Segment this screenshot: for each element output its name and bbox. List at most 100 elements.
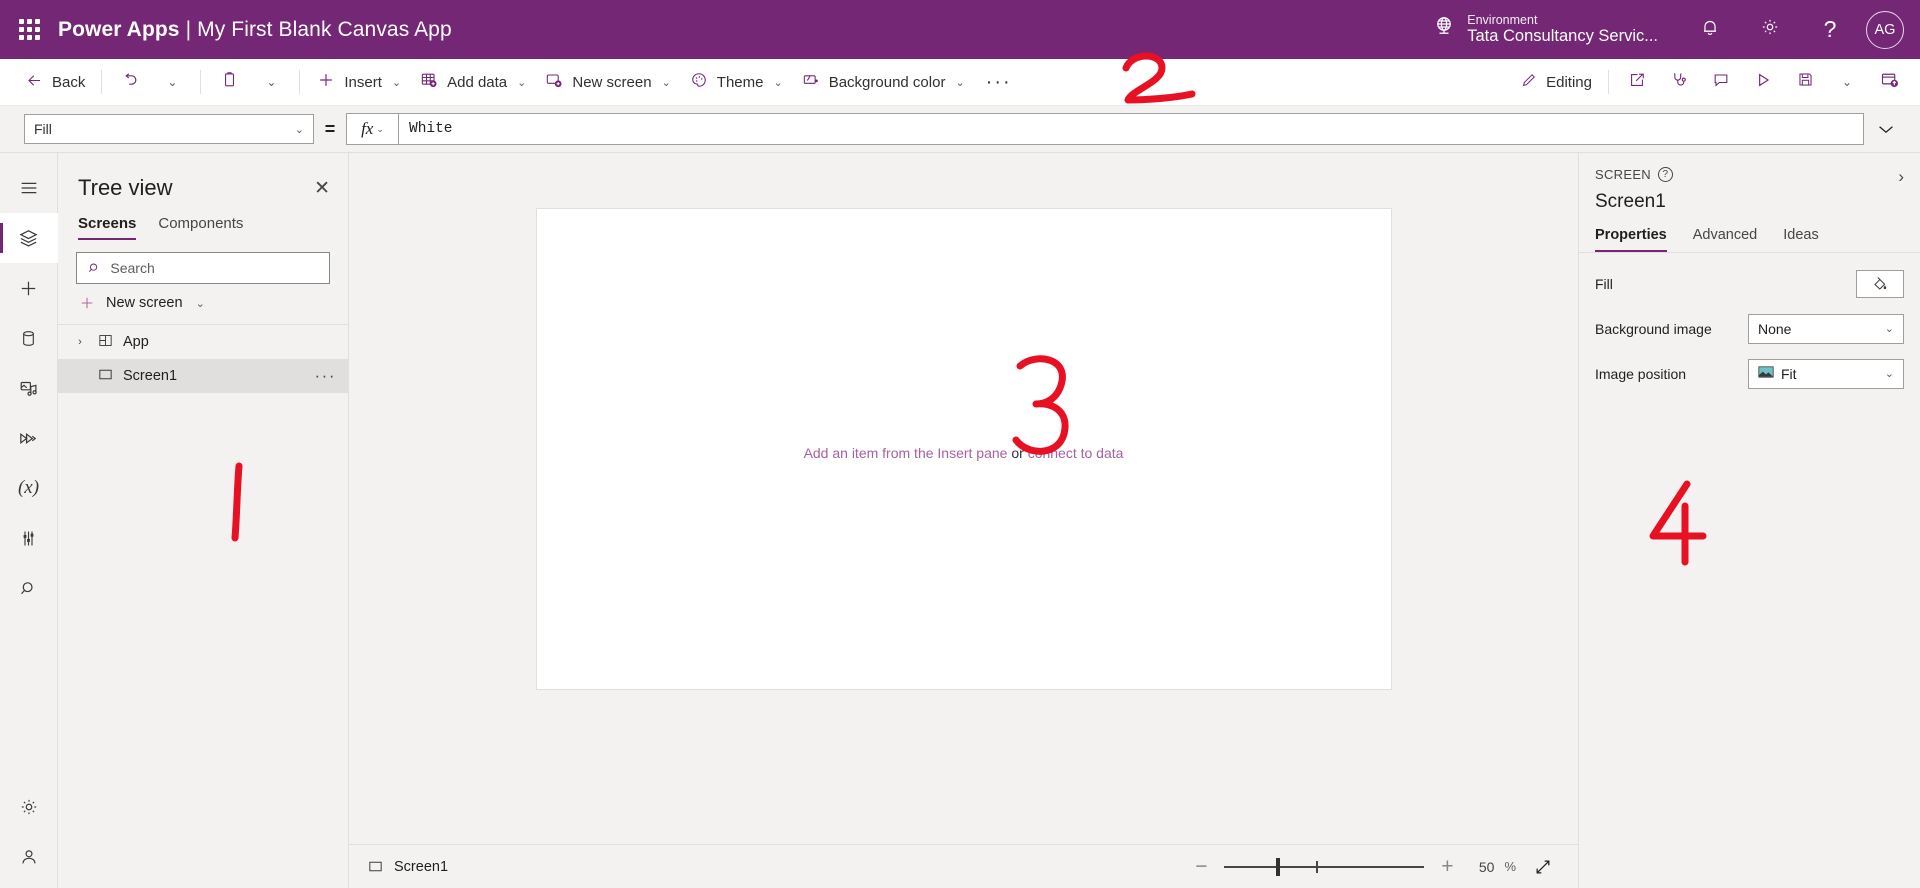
- new-screen-tree-button[interactable]: New screen ⌄: [58, 284, 348, 324]
- settings-button[interactable]: [1740, 0, 1800, 59]
- tab-screens[interactable]: Screens: [78, 211, 137, 240]
- paste-dropdown[interactable]: ⌄: [250, 62, 292, 102]
- app-checker-button[interactable]: [1658, 62, 1700, 102]
- palette-icon: [689, 70, 709, 94]
- preview-button[interactable]: [1742, 62, 1784, 102]
- rail-account[interactable]: [0, 832, 58, 882]
- theme-button[interactable]: Theme ⌄: [680, 62, 792, 102]
- chevron-down-icon: ⌄: [195, 297, 205, 310]
- power-apps-studio: Power Apps | My First Blank Canvas App Env…: [0, 0, 1920, 888]
- plus-icon: [21, 281, 36, 295]
- save-button[interactable]: [1784, 62, 1826, 102]
- paint-bucket-icon: [1873, 277, 1886, 290]
- command-bar-overflow[interactable]: ···: [974, 71, 1024, 94]
- rail-tree-view[interactable]: [0, 213, 58, 263]
- tab-ideas[interactable]: Ideas: [1783, 227, 1818, 252]
- waffle-menu-button[interactable]: [0, 0, 58, 59]
- tab-properties[interactable]: Properties: [1595, 227, 1667, 252]
- publish-button[interactable]: [1868, 62, 1910, 102]
- rail-advanced-tools[interactable]: [0, 513, 58, 563]
- tree-row-app[interactable]: › App: [58, 325, 348, 359]
- zoom-out-button[interactable]: −: [1188, 856, 1214, 877]
- hamburger-icon: [21, 182, 36, 194]
- fx-button[interactable]: fx ⌄: [346, 113, 398, 145]
- environment-value: Tata Consultancy Servic...: [1467, 27, 1658, 46]
- tab-components[interactable]: Components: [158, 211, 243, 240]
- comment-icon: [1711, 70, 1731, 95]
- help-button[interactable]: ?: [1800, 0, 1860, 59]
- canvas-area: Add an item from the Insert pane or conn…: [349, 153, 1579, 888]
- tree-search-box[interactable]: [76, 252, 330, 284]
- chevron-right-icon[interactable]: ›: [1898, 167, 1904, 187]
- undo-button[interactable]: [109, 62, 151, 102]
- status-screen-indicator[interactable]: Screen1: [367, 858, 448, 875]
- editing-mode-button[interactable]: Editing: [1510, 62, 1601, 102]
- question-mark-icon[interactable]: ?: [1657, 167, 1673, 182]
- rail-settings[interactable]: [0, 782, 58, 832]
- notifications-button[interactable]: [1680, 0, 1740, 59]
- paste-button[interactable]: [208, 62, 250, 102]
- rail-variables[interactable]: (x): [0, 463, 58, 513]
- background-color-button[interactable]: Background color ⌄: [792, 62, 974, 102]
- properties-object-name: Screen1: [1595, 191, 1666, 212]
- insert-pane-link[interactable]: Add an item from the Insert pane: [804, 445, 1008, 461]
- rail-insert[interactable]: [0, 263, 58, 313]
- new-screen-tree-label: New screen: [106, 295, 183, 311]
- fit-to-screen-button[interactable]: [1526, 857, 1560, 877]
- new-screen-button[interactable]: New screen ⌄: [535, 62, 679, 102]
- screen-add-icon: [544, 70, 564, 94]
- formula-input[interactable]: White: [398, 113, 1864, 145]
- tab-advanced[interactable]: Advanced: [1693, 227, 1758, 252]
- save-dropdown[interactable]: ⌄: [1826, 62, 1868, 102]
- save-icon: [1796, 70, 1815, 94]
- properties-header: SCREEN ? ›: [1579, 153, 1920, 187]
- tree-row-screen1[interactable]: Screen1 ···: [58, 359, 348, 393]
- rail-media[interactable]: [0, 363, 58, 413]
- environment-picker[interactable]: Environment Tata Consultancy Servic...: [1432, 13, 1658, 46]
- brand-title[interactable]: Power Apps | My First Blank Canvas App: [58, 18, 452, 42]
- app-canvas[interactable]: Add an item from the Insert pane or conn…: [536, 209, 1391, 689]
- brand-separator: |: [185, 17, 192, 41]
- chevron-down-icon: ⌄: [955, 76, 965, 89]
- share-button[interactable]: [1616, 62, 1658, 102]
- background-image-dropdown[interactable]: None ⌄: [1748, 313, 1904, 344]
- canvas-scroll: Add an item from the Insert pane or conn…: [349, 153, 1578, 844]
- divider: [200, 70, 202, 94]
- hint-middle: or: [1007, 445, 1028, 461]
- properties-tabs: Properties Advanced Ideas: [1579, 213, 1920, 252]
- table-add-icon: [419, 70, 439, 94]
- expand-chevron-icon[interactable]: ›: [72, 336, 88, 348]
- theme-label: Theme: [716, 73, 764, 91]
- search-input[interactable]: [110, 260, 319, 276]
- tree-row-more-options[interactable]: ···: [315, 366, 336, 386]
- undo-dropdown[interactable]: ⌄: [151, 62, 193, 102]
- close-icon[interactable]: ✕: [314, 179, 330, 198]
- avatar[interactable]: AG: [1866, 10, 1904, 49]
- slider-track: [1224, 865, 1425, 868]
- connect-to-data-link[interactable]: connect to data: [1028, 445, 1124, 461]
- image-position-dropdown[interactable]: Fit ⌄: [1748, 358, 1904, 389]
- rail-power-automate[interactable]: [0, 413, 58, 463]
- tree-row-label: App: [123, 334, 149, 350]
- zoom-slider[interactable]: [1224, 856, 1425, 878]
- database-icon: [23, 330, 34, 346]
- chevron-down-icon: [1879, 126, 1893, 134]
- back-button[interactable]: Back: [16, 62, 94, 102]
- arrow-left-icon: [25, 71, 44, 94]
- chevron-down-icon: ⌄: [1884, 323, 1894, 335]
- property-selector[interactable]: Fill ⌄: [24, 114, 314, 144]
- rail-search[interactable]: [0, 563, 58, 613]
- fill-color-button[interactable]: [1856, 269, 1904, 298]
- comments-button[interactable]: [1700, 62, 1742, 102]
- zoom-in-button[interactable]: +: [1434, 856, 1460, 877]
- insert-button[interactable]: Insert ⌄: [307, 62, 410, 102]
- rail-data[interactable]: [0, 313, 58, 363]
- add-data-button[interactable]: Add data ⌄: [410, 62, 535, 102]
- formula-bar-expand[interactable]: [1864, 118, 1908, 140]
- chevron-down-icon: ⌄: [1841, 75, 1853, 89]
- canvas-empty-hint: Add an item from the Insert pane or conn…: [537, 445, 1391, 461]
- rail-hamburger-menu[interactable]: [0, 163, 58, 213]
- gear-icon: [1759, 16, 1781, 43]
- property-label: Image position: [1595, 365, 1687, 382]
- slider-thumb[interactable]: [1276, 857, 1281, 876]
